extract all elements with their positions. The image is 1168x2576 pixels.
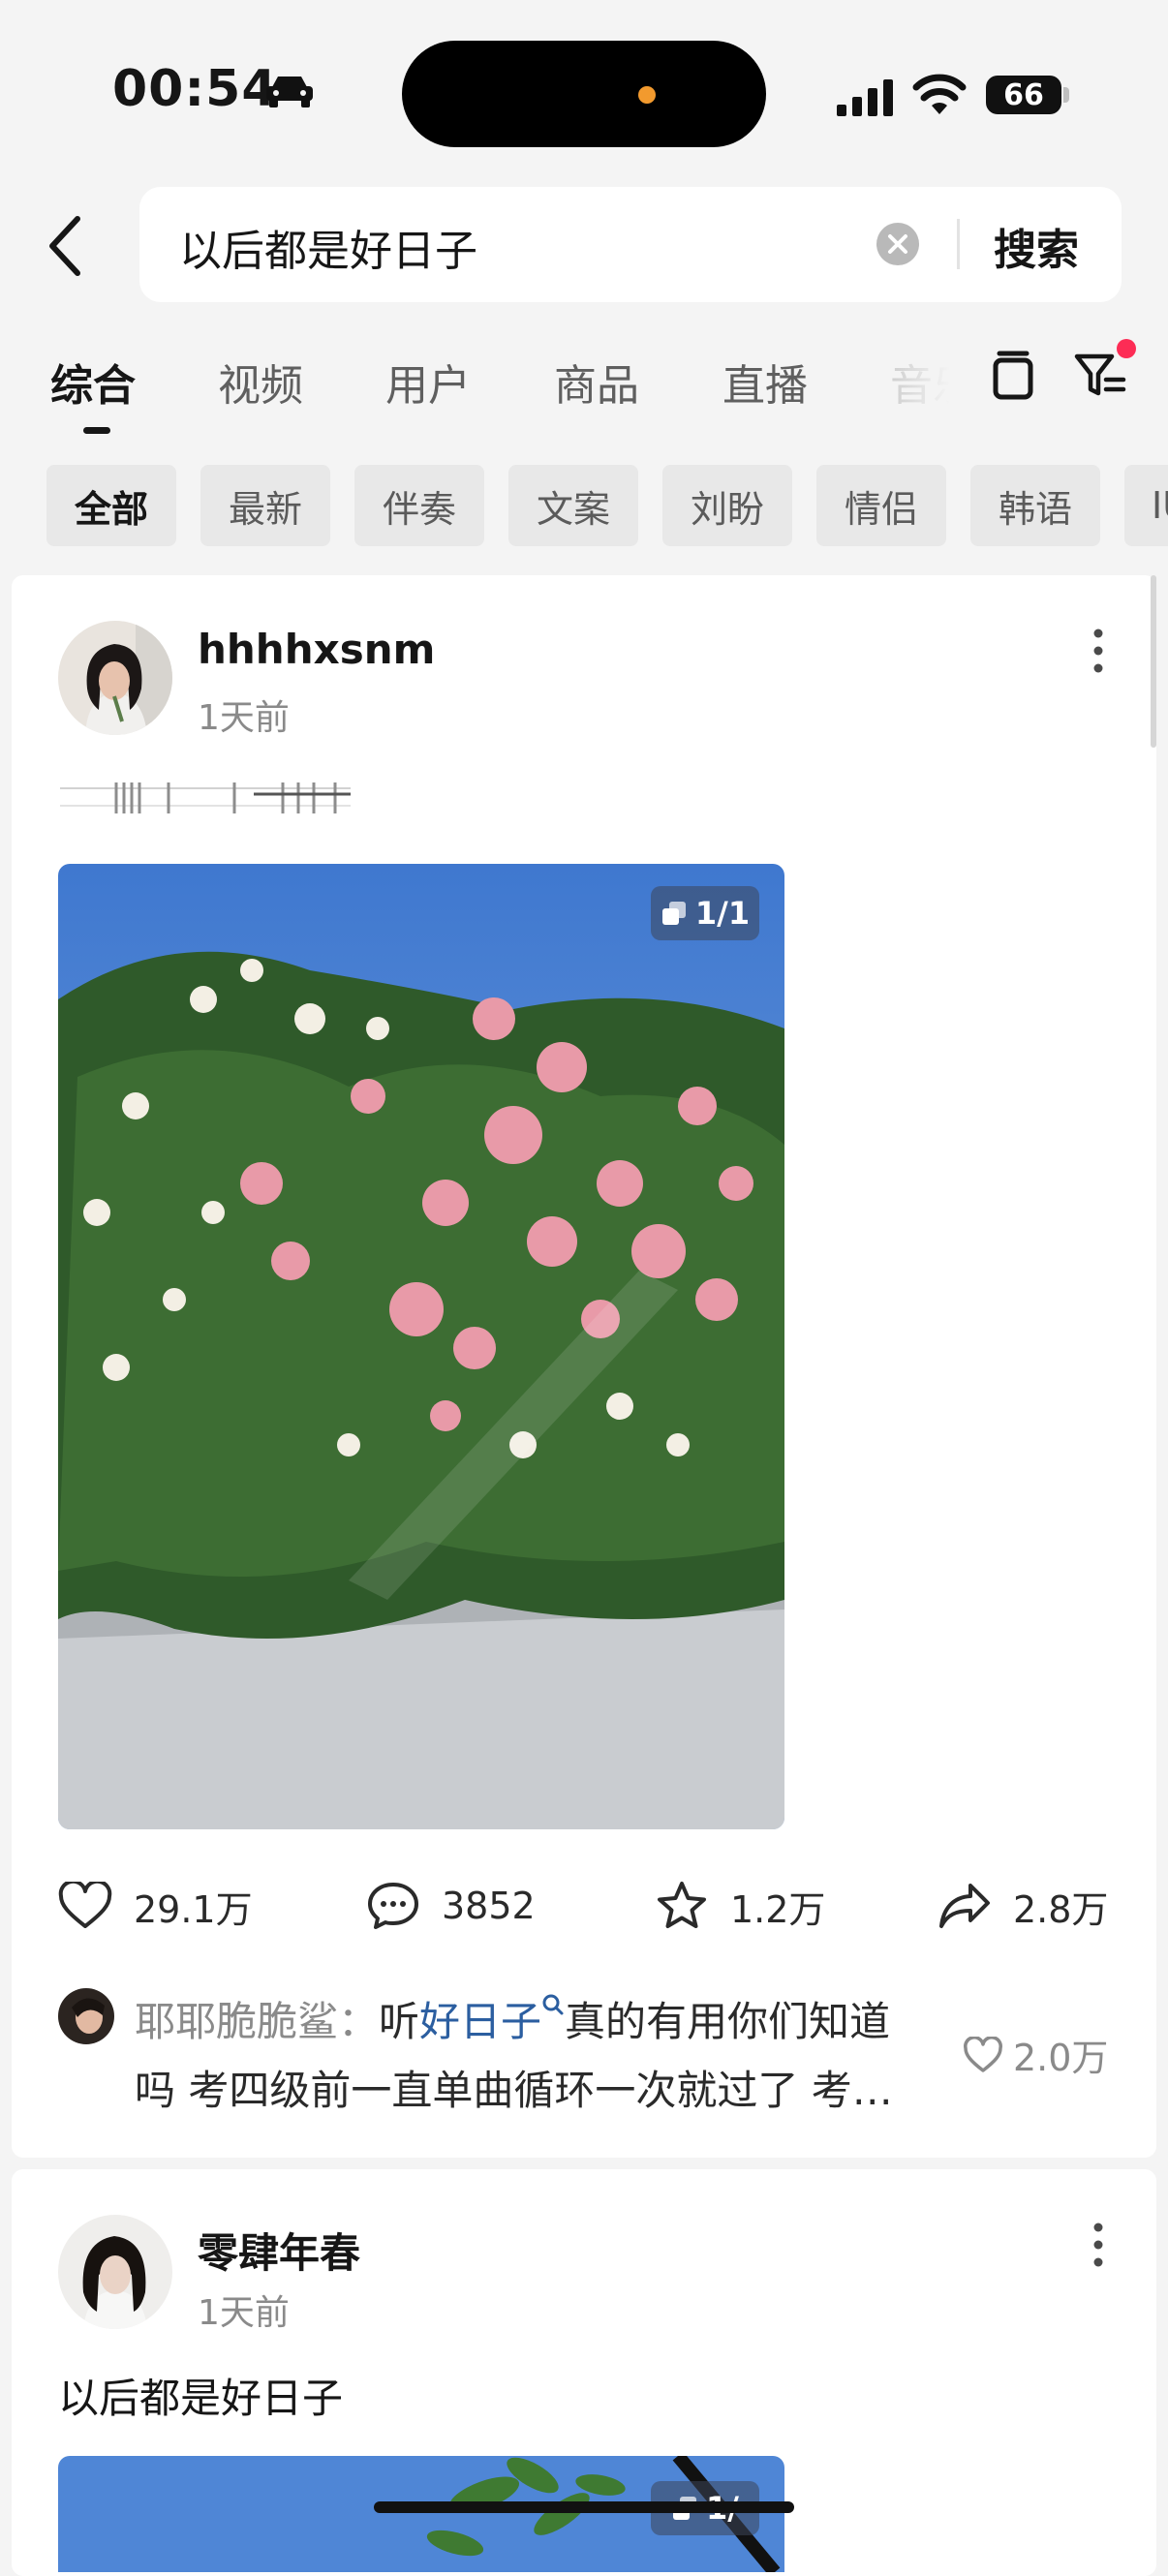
recording-indicator-dot: [638, 86, 656, 104]
search-query-text[interactable]: 以后都是好日子: [179, 216, 477, 278]
comment-text-line1[interactable]: 耶耶脆脆鲨：听好日子 真的有用你们知道: [135, 1989, 890, 2048]
heart-icon: [964, 2036, 1002, 2072]
comment-text-prefix: 听: [379, 1998, 420, 2045]
tab-comprehensive[interactable]: 综合: [50, 351, 136, 413]
post-photo[interactable]: [58, 864, 784, 1829]
tab-products[interactable]: 商品: [554, 351, 639, 413]
comment-author[interactable]: 耶耶脆脆鲨：: [135, 1998, 379, 2045]
post-time: 1天前: [198, 2293, 290, 2333]
chip-latest[interactable]: 最新: [200, 465, 330, 546]
chip-copywriting[interactable]: 文案: [508, 465, 638, 546]
chip-iu[interactable]: IU: [1124, 465, 1168, 546]
filter-icon[interactable]: [1073, 351, 1127, 401]
cellular-signal-icon: [837, 79, 893, 116]
home-indicator[interactable]: [374, 2501, 794, 2513]
search-small-icon: [542, 1994, 564, 2015]
favorite-count: 1.2万: [730, 1887, 826, 1931]
chip-accompaniment[interactable]: 伴奏: [354, 465, 484, 546]
tab-users[interactable]: 用户: [385, 351, 471, 413]
comment-avatar[interactable]: [58, 1988, 114, 2044]
active-tab-indicator: [83, 427, 110, 434]
chip-all[interactable]: 全部: [46, 465, 176, 546]
chip-korean[interactable]: 韩语: [970, 465, 1100, 546]
layout-toggle-icon[interactable]: [990, 351, 1036, 401]
wifi-icon: [912, 74, 967, 114]
comment-keyword-link[interactable]: 好日子: [419, 1998, 541, 2045]
battery-indicator: 66: [986, 76, 1061, 114]
share-arrow-icon: [939, 1884, 990, 1928]
favorite-button[interactable]: 1.2万: [655, 1877, 825, 1935]
share-count: 2.8万: [1013, 1887, 1109, 1931]
more-options-icon[interactable]: [1089, 624, 1108, 678]
image-count: 1/1: [694, 895, 751, 932]
star-icon: [658, 1882, 706, 1928]
back-arrow-icon[interactable]: [39, 211, 93, 281]
tab-video[interactable]: 视频: [218, 351, 303, 413]
like-button[interactable]: 29.1万: [58, 1877, 253, 1935]
search-divider: [957, 219, 960, 269]
comment-icon: [368, 1883, 418, 1929]
comment-button[interactable]: 3852: [366, 1877, 536, 1935]
dynamic-island: [402, 41, 766, 147]
scrollbar[interactable]: [1151, 575, 1156, 748]
chip-couple[interactable]: 情侣: [816, 465, 946, 546]
more-options-icon[interactable]: [1089, 2218, 1108, 2272]
comment-text-line2[interactable]: 吗 考四级前一直单曲循环一次就过了 考…: [135, 2058, 893, 2117]
tab-live[interactable]: 直播: [722, 351, 808, 413]
search-button[interactable]: 搜索: [994, 215, 1079, 277]
username[interactable]: hhhhxsnm: [198, 626, 435, 673]
comment-text-suffix: 真的有用你们知道: [565, 1998, 891, 2045]
heart-icon: [58, 1882, 112, 1928]
image-count-badge: 1/1: [651, 886, 759, 940]
share-button[interactable]: 2.8万: [937, 1877, 1108, 1935]
avatar[interactable]: [58, 621, 172, 735]
like-count: 29.1万: [134, 1887, 253, 1931]
status-time: 00:54: [112, 60, 278, 118]
username[interactable]: 零肆年春: [198, 2221, 360, 2280]
battery-cap: [1063, 87, 1069, 103]
comment-like-count: 2.0万: [1013, 2037, 1109, 2079]
clear-search-icon[interactable]: [876, 223, 919, 265]
comment-like-button[interactable]: 2.0万: [963, 2028, 1108, 2081]
gallery-icon: [661, 902, 686, 925]
post-caption: 以后都是好日子: [58, 2375, 344, 2422]
obscured-caption-image: [60, 782, 351, 813]
filter-notification-dot: [1117, 339, 1136, 358]
tab-fade-overlay: [848, 339, 984, 416]
chip-liupan[interactable]: 刘盼: [662, 465, 792, 546]
post-time: 1天前: [198, 698, 290, 738]
comment-count: 3852: [442, 1885, 536, 1927]
avatar[interactable]: [58, 2215, 172, 2329]
car-icon: [266, 77, 313, 107]
